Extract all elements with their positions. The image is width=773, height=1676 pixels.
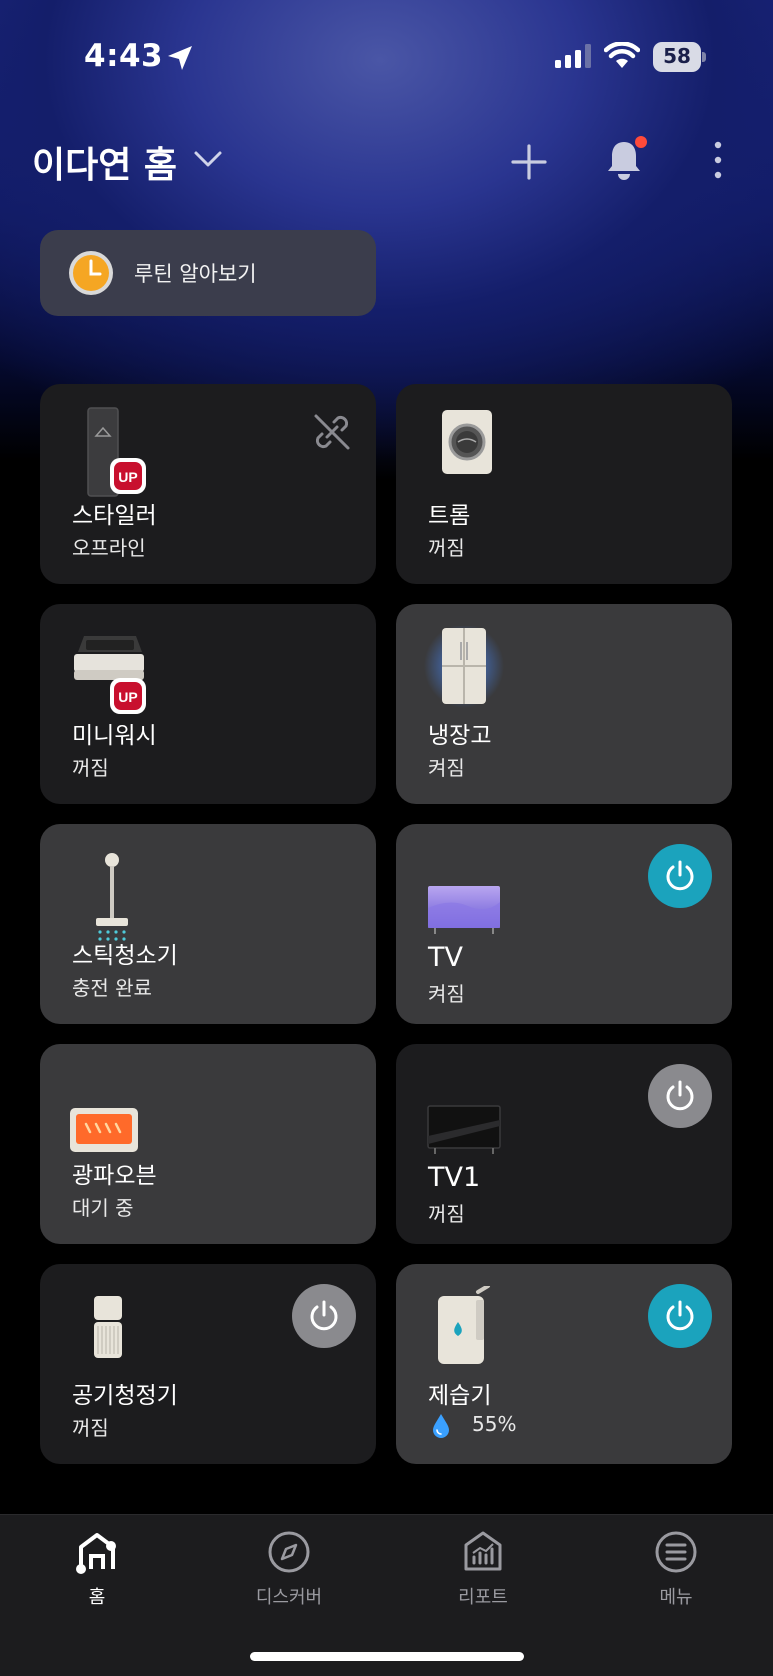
air-purifier-power-button[interactable] [292, 1284, 356, 1348]
tab-label: 메뉴 [659, 1587, 693, 1608]
home-icon [76, 1533, 116, 1574]
device-card-washer[interactable]: 트롬 꺼짐 [396, 384, 732, 584]
power-icon [666, 1080, 694, 1111]
add-device-button[interactable] [505, 138, 553, 186]
power-icon [666, 860, 694, 891]
up-badge-text: UP [118, 469, 137, 485]
more-options-button[interactable] [700, 134, 736, 186]
device-card-mini-wash[interactable]: UP 미니워시 꺼짐 [40, 604, 376, 804]
more-vertical-icon [714, 141, 722, 179]
device-state: 꺼짐 [428, 536, 465, 560]
power-icon [666, 1300, 694, 1331]
device-name: 냉장고 [428, 723, 492, 749]
home-indicator [250, 1652, 524, 1661]
device-state: 오프라인 [72, 536, 146, 560]
device-state: 켜짐 [428, 756, 465, 780]
stick-vacuum-icon [96, 853, 128, 941]
tab-discover[interactable]: 디스커버 [219, 1529, 359, 1609]
tv-icon [427, 1105, 501, 1154]
tab-report[interactable]: 리포트 [413, 1529, 553, 1609]
device-name: 공기청정기 [72, 1383, 178, 1409]
up-badge-icon: UP [110, 678, 146, 714]
refrigerator-icon [424, 626, 504, 708]
compass-icon [268, 1531, 310, 1573]
device-state: 꺼짐 [428, 1202, 465, 1226]
device-state: 켜짐 [428, 982, 465, 1006]
menu-icon [655, 1531, 697, 1573]
device-name: TV1 [428, 1162, 481, 1193]
location-arrow-icon [168, 46, 192, 70]
washer-icon [442, 410, 492, 474]
device-state: 대기 중 [72, 1196, 134, 1220]
device-name: 스틱청소기 [72, 943, 178, 969]
device-state: 충전 완료 [72, 976, 152, 1000]
tab-label: 리포트 [458, 1587, 508, 1608]
wifi-icon [604, 42, 640, 68]
device-name: 미니워시 [72, 723, 157, 749]
dehumidifier-icon [438, 1286, 490, 1364]
status-bar: 4:43 58 [0, 0, 773, 110]
dehumidifier-power-button[interactable] [648, 1284, 712, 1348]
humidity-level: 55% [472, 1412, 517, 1436]
device-card-dehumidifier[interactable]: 제습기 55% [396, 1264, 732, 1464]
routine-explore-button[interactable]: 루틴 알아보기 [40, 230, 376, 316]
plus-icon [511, 144, 547, 180]
routine-label: 루틴 알아보기 [134, 262, 257, 286]
unlink-icon [314, 414, 350, 450]
device-name: 광파오븐 [72, 1163, 157, 1189]
device-card-styler[interactable]: UP 스타일러 오프라인 [40, 384, 376, 584]
device-state: 꺼짐 [72, 1416, 109, 1440]
device-state: 꺼짐 [72, 756, 109, 780]
report-icon [464, 1531, 502, 1571]
water-drop-icon [433, 1414, 449, 1438]
clock-icon [69, 251, 113, 295]
battery-icon: 58 [653, 42, 706, 72]
cellular-signal-icon [555, 44, 591, 68]
device-card-refrigerator[interactable]: 냉장고 켜짐 [396, 604, 732, 804]
oven-icon [70, 1108, 138, 1152]
tv-power-button[interactable] [648, 844, 712, 908]
device-card-stick-vacuum[interactable]: 스틱청소기 충전 완료 [40, 824, 376, 1024]
device-card-tv1[interactable]: TV1 꺼짐 [396, 1044, 732, 1244]
device-name: TV [428, 942, 463, 973]
device-card-air-purifier[interactable]: 공기청정기 꺼짐 [40, 1264, 376, 1464]
tab-label: 홈 [88, 1587, 106, 1608]
device-name: 트롬 [428, 503, 471, 529]
home-selector-title[interactable]: 이다연 홈 [32, 136, 177, 188]
status-time: 4:43 [84, 38, 164, 74]
chevron-down-icon[interactable] [193, 149, 223, 169]
tab-menu[interactable]: 메뉴 [606, 1529, 746, 1609]
air-purifier-icon [94, 1296, 122, 1358]
battery-level: 58 [663, 44, 691, 68]
device-name: 스타일러 [72, 503, 157, 529]
device-card-tv[interactable]: TV 켜짐 [396, 824, 732, 1024]
tab-label: 디스커버 [255, 1587, 323, 1608]
device-card-oven[interactable]: 광파오븐 대기 중 [40, 1044, 376, 1244]
tv-icon [428, 886, 500, 934]
tv1-power-button[interactable] [648, 1064, 712, 1128]
device-name: 제습기 [428, 1383, 492, 1409]
tab-home[interactable]: 홈 [27, 1529, 167, 1609]
up-badge-text: UP [118, 689, 137, 705]
power-icon [310, 1300, 338, 1331]
up-badge-icon: UP [110, 458, 146, 494]
notifications-button[interactable] [598, 134, 650, 186]
notification-dot [635, 136, 647, 148]
